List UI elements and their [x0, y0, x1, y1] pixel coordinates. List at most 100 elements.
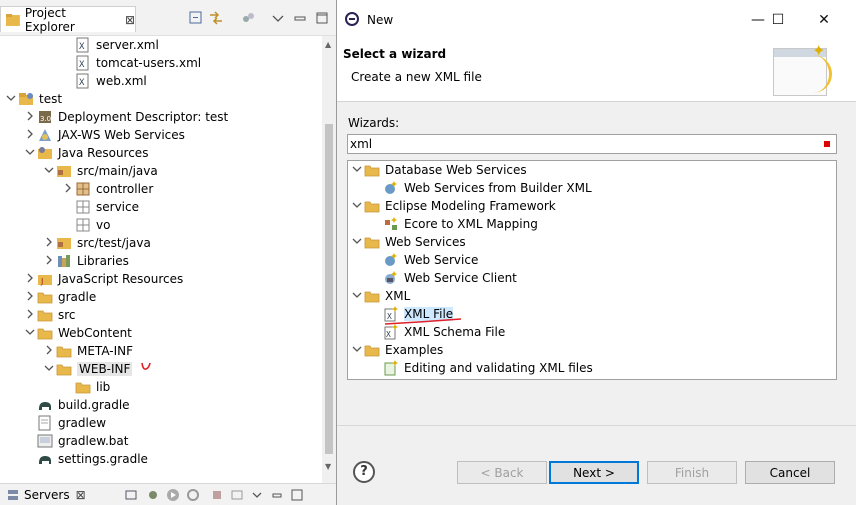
- wizard-tree-item-label: Web Services: [385, 235, 466, 249]
- svg-text:J: J: [40, 277, 43, 286]
- tree-item[interactable]: WEB-INF: [42, 360, 133, 378]
- scrollbar-thumb[interactable]: [325, 124, 333, 454]
- collapse-twisty-icon[interactable]: [23, 111, 37, 124]
- tree-item[interactable]: Libraries: [42, 252, 129, 270]
- expand-twisty-icon[interactable]: [23, 327, 37, 340]
- minimize-icon[interactable]: [270, 488, 284, 502]
- expand-twisty-icon[interactable]: [23, 147, 37, 160]
- finish-button[interactable]: Finish: [647, 461, 737, 484]
- view-menu-icon[interactable]: [270, 10, 286, 26]
- collapse-all-icon[interactable]: [188, 10, 204, 26]
- stop-server-icon[interactable]: [210, 488, 224, 502]
- publish-icon[interactable]: [230, 488, 244, 502]
- folder-icon: [364, 345, 380, 357]
- help-button[interactable]: ?: [353, 461, 375, 483]
- tree-item[interactable]: 3.0 Deployment Descriptor: test: [23, 108, 228, 126]
- tree-item[interactable]: build.gradle: [23, 396, 130, 414]
- wizard-filter-field[interactable]: [347, 134, 837, 154]
- tree-item[interactable]: Java Resources: [23, 144, 148, 162]
- wizard-tree-item[interactable]: Web Services: [350, 233, 466, 251]
- debug-server-icon[interactable]: [146, 488, 160, 502]
- back-button[interactable]: < Back: [457, 461, 547, 484]
- tree-item[interactable]: lib: [61, 378, 110, 396]
- wizard-tree-item[interactable]: Ecore to XML Mapping: [369, 215, 538, 233]
- maximize-icon[interactable]: [314, 10, 330, 26]
- wizard-tree-item[interactable]: XML: [350, 287, 410, 305]
- tree-item-label: JavaScript Resources: [58, 272, 184, 286]
- profile-server-icon[interactable]: [186, 488, 200, 502]
- tree-item-label: Java Resources: [58, 146, 149, 160]
- tree-item[interactable]: controller: [61, 180, 153, 198]
- link-with-editor-icon[interactable]: [208, 10, 224, 26]
- expand-twisty-icon[interactable]: [350, 344, 364, 357]
- expand-twisty-icon[interactable]: [4, 93, 18, 106]
- tree-item[interactable]: src/main/java: [42, 162, 158, 180]
- wizard-tree-item[interactable]: Examples: [350, 341, 443, 359]
- expand-twisty-icon[interactable]: [350, 200, 364, 213]
- tree-item[interactable]: JAX-WS Web Services: [23, 126, 185, 144]
- tree-item[interactable]: gradle: [23, 288, 96, 306]
- tree-item[interactable]: service: [61, 198, 139, 216]
- collapse-twisty-icon[interactable]: [23, 129, 37, 142]
- close-icon[interactable]: ⊠: [125, 13, 135, 27]
- tree-item[interactable]: gradlew: [23, 414, 106, 432]
- vertical-scrollbar[interactable]: ▲ ▼: [322, 36, 336, 483]
- close-icon[interactable]: ⊠: [76, 488, 86, 502]
- collapse-twisty-icon[interactable]: [42, 237, 56, 250]
- start-server-icon[interactable]: [166, 488, 180, 502]
- tree-item[interactable]: Xtomcat-users.xml: [61, 54, 201, 72]
- tree-item[interactable]: vo: [61, 216, 110, 234]
- maximize-button[interactable]: ☐: [763, 8, 793, 32]
- package-icon: [76, 182, 90, 196]
- cancel-button[interactable]: Cancel: [745, 461, 835, 484]
- wizard-tree-item[interactable]: Web Service: [369, 251, 478, 269]
- tree-item[interactable]: settings.gradle: [23, 450, 148, 468]
- tab-project-explorer[interactable]: Project Explorer ⊠: [0, 6, 136, 34]
- filters-icon[interactable]: [240, 10, 256, 26]
- servers-view-tab[interactable]: Servers ⊠: [0, 483, 336, 505]
- view-menu-icon[interactable]: [250, 488, 264, 502]
- scroll-up-icon[interactable]: ▲: [325, 40, 331, 49]
- collapse-twisty-icon[interactable]: [42, 345, 56, 358]
- expand-twisty-icon[interactable]: [350, 236, 364, 249]
- minimize-icon[interactable]: [292, 10, 308, 26]
- wizard-tree-item[interactable]: Database Web Services: [350, 161, 527, 179]
- expand-twisty-icon[interactable]: [42, 165, 56, 178]
- wizard-tree[interactable]: Database Web Services Web Services from B…: [347, 160, 837, 380]
- wizard-tree-item-label: Examples: [385, 343, 444, 357]
- tree-item[interactable]: gradlew.bat: [23, 432, 128, 450]
- clear-filter-icon[interactable]: [824, 141, 830, 147]
- tree-item[interactable]: Xweb.xml: [61, 72, 147, 90]
- expand-twisty-icon[interactable]: [42, 363, 56, 376]
- project-tree[interactable]: Xserver.xml Xtomcat-users.xml Xweb.xml test…: [0, 36, 322, 483]
- close-button[interactable]: ✕: [809, 8, 839, 32]
- tree-item[interactable]: META-INF: [42, 342, 133, 360]
- collapse-twisty-icon[interactable]: [23, 273, 37, 286]
- xml-file-icon: X: [76, 73, 89, 89]
- collapse-twisty-icon[interactable]: [23, 291, 37, 304]
- expand-twisty-icon[interactable]: [350, 164, 364, 177]
- wizard-tree-item[interactable]: Web Services from Builder XML: [369, 179, 592, 197]
- collapse-twisty-icon[interactable]: [61, 183, 75, 196]
- tree-item[interactable]: J JavaScript Resources: [23, 270, 183, 288]
- tree-item[interactable]: src/test/java: [42, 234, 151, 252]
- wizard-tree-item[interactable]: Editing and validating XML files: [369, 359, 593, 377]
- tree-item[interactable]: test: [4, 90, 62, 108]
- wizard-tree-item-label: Editing and validating XML files: [404, 361, 593, 375]
- wizard-filter-input[interactable]: [350, 136, 820, 152]
- wizard-tree-item[interactable]: Eclipse Modeling Framework: [350, 197, 556, 215]
- dialog-titlebar[interactable]: New — ☐ ✕: [337, 0, 856, 38]
- jaxws-icon: [39, 129, 51, 141]
- next-button[interactable]: Next >: [549, 461, 639, 484]
- tree-item[interactable]: src: [23, 306, 76, 324]
- collapse-twisty-icon[interactable]: [42, 255, 56, 268]
- tree-item[interactable]: Xserver.xml: [61, 36, 159, 54]
- server-list-icon[interactable]: [124, 488, 138, 502]
- maximize-icon[interactable]: [290, 488, 304, 502]
- wizard-tree-item[interactable]: Web Service Client: [369, 269, 517, 287]
- scroll-down-icon[interactable]: ▼: [325, 462, 331, 471]
- tree-item[interactable]: WebContent: [23, 324, 132, 342]
- expand-twisty-icon[interactable]: [350, 290, 364, 303]
- web-service-client-icon: [385, 271, 397, 284]
- collapse-twisty-icon[interactable]: [23, 309, 37, 322]
